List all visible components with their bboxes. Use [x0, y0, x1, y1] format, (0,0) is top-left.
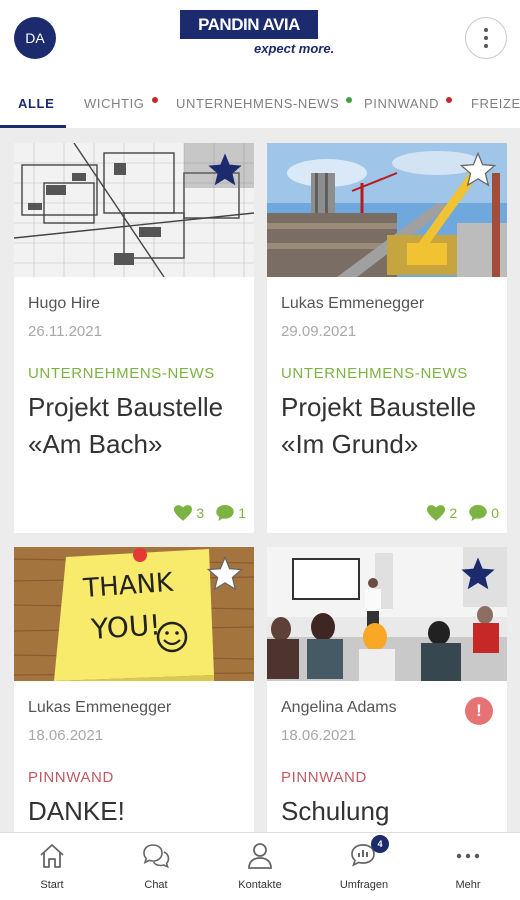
heart-icon[interactable]	[427, 505, 446, 521]
tab-dot-green	[346, 96, 353, 103]
tab-dot-red	[151, 96, 158, 103]
nav-start[interactable]: Start	[0, 833, 104, 900]
post-author: Lukas Emmenegger	[281, 295, 425, 312]
avatar[interactable]: DA	[14, 17, 56, 59]
post-date: 26.11.2021	[28, 323, 102, 340]
comment-count: 1	[238, 505, 246, 521]
post-category: PINNWAND	[28, 769, 114, 786]
post-author: Hugo Hire	[28, 295, 101, 312]
post-category: UNTERNEHMENS-NEWS	[28, 365, 215, 382]
active-tab-indicator	[0, 125, 66, 128]
post-title: Schulung	[281, 796, 390, 826]
tab-dot-red	[446, 96, 453, 103]
tab-freizeit[interactable]: FREIZEIT	[471, 78, 520, 128]
chat-icon	[143, 844, 170, 869]
more-horizontal-icon	[456, 853, 480, 859]
post-title: DANKE!	[28, 796, 125, 826]
note-text-thank: THANK	[81, 568, 175, 604]
more-vertical-icon[interactable]	[465, 17, 507, 59]
favorite-star-icon[interactable]	[459, 151, 497, 189]
logo-tagline: expect more.	[254, 41, 335, 56]
post-card[interactable]: Hugo Hire 26.11.2021 UNTERNEHMENS-NEWS P…	[14, 143, 254, 533]
post-stats: 3 1	[174, 505, 246, 521]
post-title: Projekt Baustelle «Im Grund»	[281, 392, 477, 459]
post-image-construction-site	[267, 143, 507, 277]
note-text-you: YOU!	[89, 608, 161, 646]
post-category: PINNWAND	[281, 769, 367, 786]
tab-pinnwand[interactable]: PINNWAND	[364, 78, 453, 128]
post-author: Angelina Adams	[281, 699, 397, 716]
nav-mehr[interactable]: Mehr	[416, 833, 520, 900]
logo-text: PANDIN AVIA	[180, 10, 318, 39]
nav-label: Umfragen	[339, 879, 389, 891]
post-stats: 2 0	[427, 505, 499, 521]
tab-label: FREIZEIT	[471, 95, 520, 111]
tab-unternehmens-news[interactable]: UNTERNEHMENS-NEWS	[176, 78, 353, 128]
tab-label: ALLE	[18, 95, 55, 111]
nav-umfragen[interactable]: 4 Umfragen	[312, 833, 416, 900]
post-date: 18.06.2021	[281, 727, 357, 744]
heart-icon[interactable]	[174, 505, 193, 521]
post-date: 29.09.2021	[281, 323, 357, 340]
avatar-initials: DA	[25, 30, 45, 46]
tab-label: UNTERNEHMENS-NEWS	[176, 95, 340, 111]
nav-label: Start	[40, 879, 64, 891]
favorite-star-icon[interactable]	[206, 555, 244, 593]
post-date: 18.06.2021	[28, 727, 104, 744]
nav-label: Kontakte	[238, 879, 282, 891]
comment-icon[interactable]	[216, 505, 234, 521]
person-icon	[248, 843, 272, 869]
bottom-navigation: Start Chat Kontakte 4 Umfragen Mehr	[0, 832, 520, 900]
favorite-star-icon[interactable]	[206, 151, 244, 189]
tab-label: WICHTIG	[84, 95, 145, 111]
post-image-thank-you-note: THANK YOU!	[14, 547, 254, 681]
app-header: DA PANDIN AVIA expect more.	[0, 0, 520, 78]
post-image-blueprint	[14, 143, 254, 277]
nav-label: Chat	[144, 879, 168, 891]
like-count: 2	[449, 505, 458, 521]
like-count: 3	[196, 505, 205, 521]
notification-badge: 4	[371, 835, 389, 853]
post-category: UNTERNEHMENS-NEWS	[281, 365, 468, 382]
tab-alle[interactable]: ALLE	[18, 78, 54, 128]
nav-label: Mehr	[455, 879, 481, 891]
tab-label: PINNWAND	[364, 95, 440, 111]
post-image-training-room	[267, 547, 507, 681]
nav-kontakte[interactable]: Kontakte	[208, 833, 312, 900]
comment-count: 0	[491, 505, 499, 521]
post-title: Projekt Baustelle «Am Bach»	[28, 392, 224, 459]
poll-chat-icon: 4	[349, 835, 389, 871]
post-card[interactable]: Lukas Emmenegger 29.09.2021 UNTERNEHMENS…	[267, 143, 507, 533]
post-author: Lukas Emmenegger	[28, 699, 172, 716]
tab-wichtig[interactable]: WICHTIG	[84, 78, 158, 128]
comment-icon[interactable]	[469, 505, 487, 521]
nav-chat[interactable]: Chat	[104, 833, 208, 900]
home-icon	[40, 844, 64, 868]
company-logo: PANDIN AVIA expect more.	[180, 10, 345, 60]
alert-icon[interactable]: !	[465, 697, 493, 725]
favorite-star-icon[interactable]	[459, 555, 497, 593]
category-tabs: ALLE WICHTIG UNTERNEHMENS-NEWS PINNWAND …	[0, 78, 520, 128]
